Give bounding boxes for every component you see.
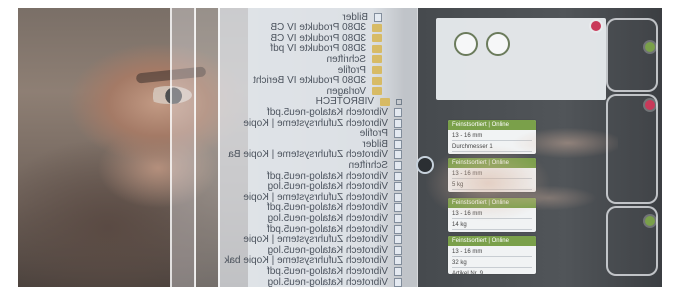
product-icon [454,32,478,56]
display-panel-top [606,18,658,92]
file-icon [394,277,402,287]
hand [378,88,618,278]
glass-panel-2 [194,8,220,287]
glass-panel-1 [170,8,196,287]
green-pin-icon [645,42,655,52]
pink-pin-icon [591,21,601,31]
glass-knob-icon [416,156,434,174]
photo-frame: Bilder 3D80 Produkte IV CB 3D80 Produkte I… [18,8,662,287]
green-pin-icon [645,216,655,226]
product-icon [486,32,510,56]
pink-pin-icon [645,100,655,110]
file-tree-label: Vibrotech Katalog-neu5.log [267,276,388,288]
